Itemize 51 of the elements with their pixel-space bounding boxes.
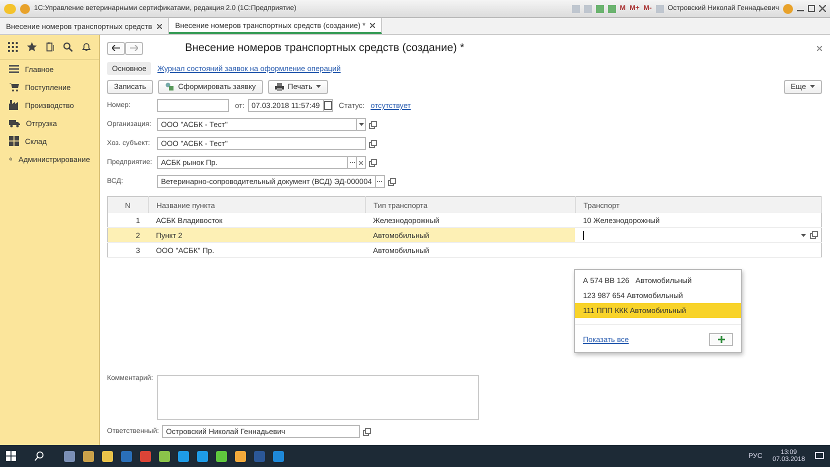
factory-icon bbox=[9, 100, 19, 110]
close-icon[interactable] bbox=[819, 5, 826, 12]
cart-icon bbox=[9, 82, 19, 92]
comment-field[interactable] bbox=[157, 375, 479, 420]
open-icon[interactable] bbox=[388, 178, 396, 186]
open-icon[interactable] bbox=[362, 428, 371, 436]
caret-icon bbox=[358, 123, 364, 126]
taskbar-app-icon[interactable] bbox=[271, 448, 286, 464]
form-title: Внесение номеров транспортных средств (создание) * bbox=[185, 42, 464, 54]
taskbar-app-icon[interactable] bbox=[100, 448, 115, 464]
taskbar-app-icon[interactable] bbox=[233, 448, 248, 464]
back-button[interactable] bbox=[107, 42, 125, 54]
menu-icon bbox=[9, 64, 19, 74]
notification-icon[interactable] bbox=[815, 452, 824, 460]
grid-icon bbox=[9, 136, 19, 146]
history-icon[interactable] bbox=[46, 42, 54, 52]
caret-icon bbox=[801, 234, 806, 236]
printer-icon bbox=[274, 82, 284, 90]
taskbar-app-icon[interactable] bbox=[157, 448, 172, 464]
add-button[interactable] bbox=[709, 333, 733, 346]
open-icon[interactable] bbox=[369, 158, 377, 166]
request-icon bbox=[165, 82, 174, 91]
taskbar-app-icon[interactable] bbox=[62, 448, 77, 464]
close-icon[interactable] bbox=[370, 22, 376, 28]
close-icon[interactable] bbox=[817, 46, 822, 50]
clear-button[interactable] bbox=[357, 156, 366, 169]
star-icon[interactable] bbox=[26, 42, 37, 52]
arrow-right-icon bbox=[130, 45, 138, 51]
caret-icon bbox=[316, 85, 322, 88]
caret-icon bbox=[810, 85, 815, 88]
search-icon[interactable] bbox=[63, 42, 74, 52]
open-icon[interactable] bbox=[369, 140, 377, 148]
close-icon[interactable] bbox=[157, 24, 162, 28]
truck-icon bbox=[9, 118, 20, 128]
search-icon[interactable] bbox=[34, 451, 44, 461]
choose-button[interactable] bbox=[348, 156, 357, 169]
plus-icon bbox=[718, 336, 724, 343]
arrow-left-icon bbox=[112, 45, 120, 51]
dropdown-button[interactable] bbox=[357, 118, 366, 131]
taskbar-app-icon[interactable] bbox=[214, 448, 229, 464]
taskbar-app-icon[interactable] bbox=[81, 448, 96, 464]
start-icon[interactable] bbox=[6, 451, 16, 461]
open-icon[interactable] bbox=[810, 231, 818, 239]
taskbar-app-icon[interactable] bbox=[195, 448, 210, 464]
maximize-icon[interactable] bbox=[808, 5, 815, 12]
number-field[interactable] bbox=[157, 99, 229, 112]
apps-grid-icon[interactable] bbox=[8, 42, 18, 52]
open-icon[interactable] bbox=[369, 120, 377, 128]
taskbar-app-icon[interactable] bbox=[176, 448, 191, 464]
clear-icon bbox=[359, 160, 363, 164]
bell-icon[interactable] bbox=[82, 42, 92, 52]
